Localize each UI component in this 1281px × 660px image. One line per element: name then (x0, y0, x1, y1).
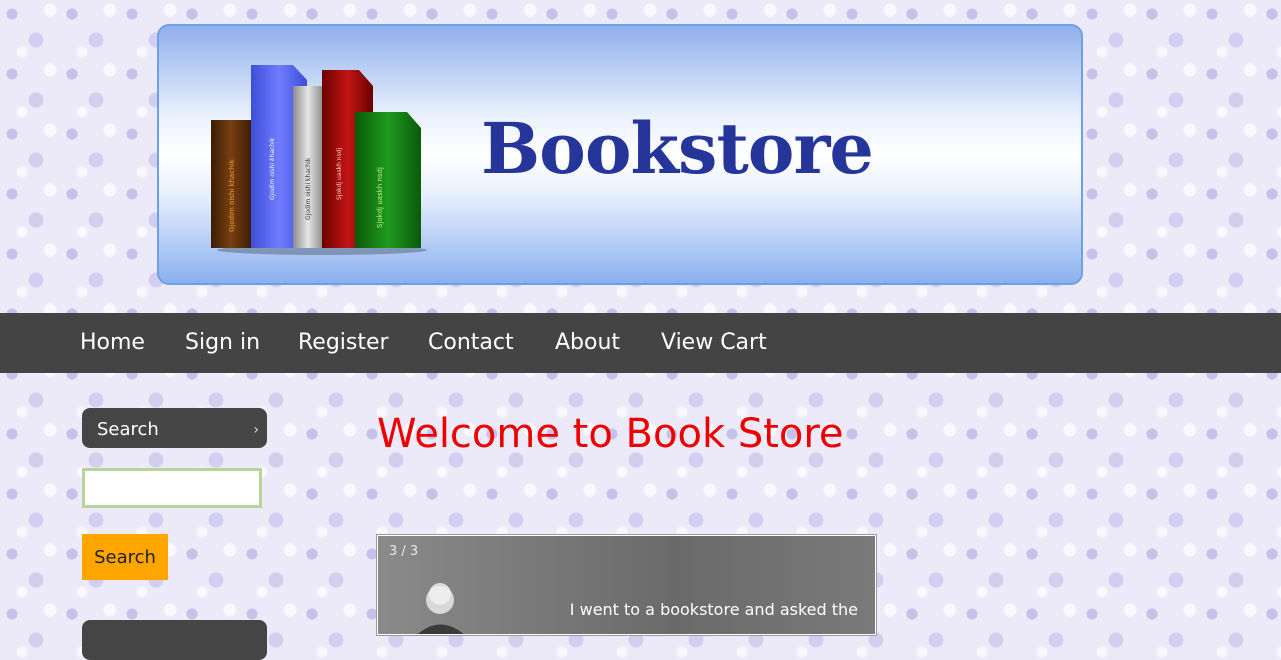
search-button[interactable]: Search (82, 534, 168, 580)
nav-contact[interactable]: Contact (428, 313, 514, 373)
nav-home[interactable]: Home (80, 313, 145, 373)
books-logo-icon: Gjodim oishi khachik Gjodim oishi khachi… (211, 65, 427, 255)
slide-quote-text: I went to a bookstore and asked the (569, 600, 858, 619)
spine-text: Gjodim oishi khachik (228, 158, 236, 232)
search-input[interactable] (82, 468, 262, 508)
header-banner: Gjodim oishi khachik Gjodim oishi khachi… (157, 24, 1083, 285)
welcome-heading: Welcome to Book Store (377, 411, 844, 457)
slide-counter: 3 / 3 (389, 544, 419, 559)
nav-sign-in[interactable]: Sign in (185, 313, 260, 373)
book-green-icon (355, 112, 421, 248)
quote-slideshow[interactable]: 3 / 3 I went to a bookstore and asked th… (376, 534, 877, 636)
sidebar-next-header[interactable] (82, 620, 267, 660)
spine-text: Gjodim oishi khachik (269, 137, 276, 200)
sidebar-search-header[interactable]: Search › (82, 408, 267, 448)
nav-view-cart[interactable]: View Cart (661, 313, 767, 373)
spine-text: Gjodim oishi khachik (305, 157, 312, 220)
nav-about[interactable]: About (555, 313, 620, 373)
site-title: Bookstore (481, 107, 874, 190)
spine-text: Sjokdj uaskh nsdj (336, 147, 343, 200)
sidebar-search-header-label: Search (97, 419, 159, 440)
main-nav: Home Sign in Register Contact About View… (0, 313, 1281, 373)
nav-register[interactable]: Register (298, 313, 389, 373)
chevron-right-icon: › (253, 422, 259, 438)
author-photo-icon (418, 583, 464, 634)
spine-text: Sjokdj uaskh nsdj (376, 167, 384, 228)
